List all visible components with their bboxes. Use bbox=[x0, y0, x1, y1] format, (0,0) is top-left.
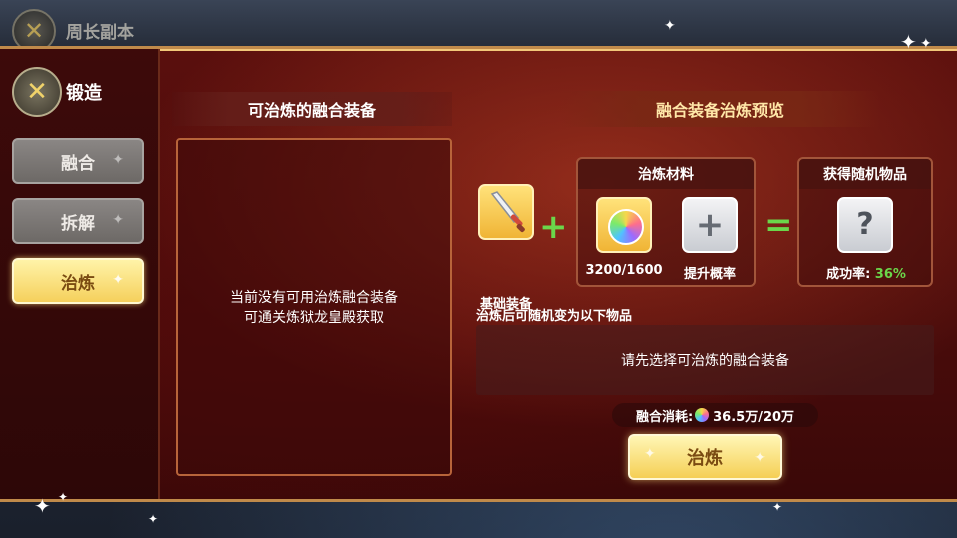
sidebar-title: 锻造 bbox=[66, 83, 102, 104]
materials-header: 治炼材料 bbox=[578, 159, 754, 189]
sparkle-icon: ✦ bbox=[112, 212, 124, 228]
star-icon: ✦ bbox=[664, 18, 676, 34]
star-icon: ✦ bbox=[772, 500, 783, 514]
success-rate-label: 成功率: bbox=[826, 267, 871, 282]
star-icon: ✦ bbox=[58, 490, 69, 504]
star-icon: ✦ bbox=[148, 512, 159, 526]
fusion-cost: 融合消耗: 36.5万/20万 bbox=[612, 403, 818, 427]
sidebar: ✕ 锻造 融合 ✦ 拆解 ✦ 治炼 ✦ bbox=[0, 49, 160, 499]
sparkle-icon: ✦ bbox=[754, 450, 766, 466]
forge-icon: ✕ bbox=[12, 67, 62, 117]
tab-fusion-label: 融合 bbox=[61, 153, 95, 174]
empty-line-1: 当前没有可用治炼融合装备 bbox=[230, 290, 398, 306]
plus-sign: + bbox=[539, 207, 568, 247]
reward-header: 获得随机物品 bbox=[799, 159, 931, 189]
cost-value: 36.5万/20万 bbox=[713, 409, 795, 425]
refine-button-label: 治炼 bbox=[687, 448, 723, 469]
rainbow-orb-icon bbox=[608, 209, 644, 245]
tab-disassemble[interactable]: 拆解 ✦ bbox=[12, 198, 144, 244]
base-equipment-slot[interactable] bbox=[478, 184, 534, 240]
question-icon: ? bbox=[856, 207, 874, 242]
sparkle-icon: ✦ bbox=[112, 152, 124, 168]
refine-button[interactable]: 治炼 ✦ ✦ bbox=[628, 434, 782, 480]
empty-list-message: 当前没有可用治炼融合装备 可通关炼狱龙皇殿获取 bbox=[178, 288, 450, 328]
reward-slot[interactable]: ? bbox=[837, 197, 893, 253]
refinable-equipment-list[interactable]: 当前没有可用治炼融合装备 可通关炼狱龙皇殿获取 bbox=[176, 138, 452, 476]
plus-icon: + bbox=[695, 205, 725, 245]
random-result-hint: 请先选择可治炼的融合装备 bbox=[621, 353, 789, 369]
list-header: 可治炼的融合装备 bbox=[172, 92, 452, 126]
material-slot[interactable] bbox=[596, 197, 652, 253]
top-bar: ✕ 周长副本 bbox=[0, 0, 957, 53]
boost-slot[interactable]: + bbox=[682, 197, 738, 253]
tab-refine[interactable]: 治炼 ✦ bbox=[12, 258, 144, 304]
success-rate-value: 36% bbox=[874, 267, 906, 282]
forge-panel: ✕ 锻造 融合 ✦ 拆解 ✦ 治炼 ✦ 可治炼的融合装备 当前没有可用治炼融合装… bbox=[0, 46, 957, 502]
sparkle-icon: ✦ bbox=[644, 446, 656, 462]
star-icon: ✦ bbox=[920, 36, 932, 52]
dungeon-title: 周长副本 bbox=[66, 23, 134, 43]
star-icon: ✦ bbox=[34, 494, 51, 518]
tab-disassemble-label: 拆解 bbox=[61, 213, 95, 234]
random-result-label: 治炼后可随机变为以下物品 bbox=[476, 309, 633, 324]
tab-fusion[interactable]: 融合 ✦ bbox=[12, 138, 144, 184]
material-count: 3200/1600 bbox=[585, 263, 663, 278]
sword-icon bbox=[490, 191, 525, 233]
sparkle-icon: ✦ bbox=[112, 272, 124, 288]
empty-line-2: 可通关炼狱龙皇殿获取 bbox=[244, 310, 384, 326]
equals-sign: = bbox=[764, 205, 793, 245]
rainbow-coin-icon bbox=[695, 408, 710, 422]
cost-label: 融合消耗: bbox=[635, 409, 694, 425]
random-result-box: 请先选择可治炼的融合装备 bbox=[476, 325, 934, 395]
success-rate-row: 成功率: 36% bbox=[810, 263, 922, 282]
preview-title: 融合装备治炼预览 bbox=[560, 91, 880, 127]
tab-refine-label: 治炼 bbox=[61, 273, 95, 294]
boost-label: 提升概率 bbox=[683, 267, 736, 282]
star-icon: ✦ bbox=[900, 30, 917, 54]
